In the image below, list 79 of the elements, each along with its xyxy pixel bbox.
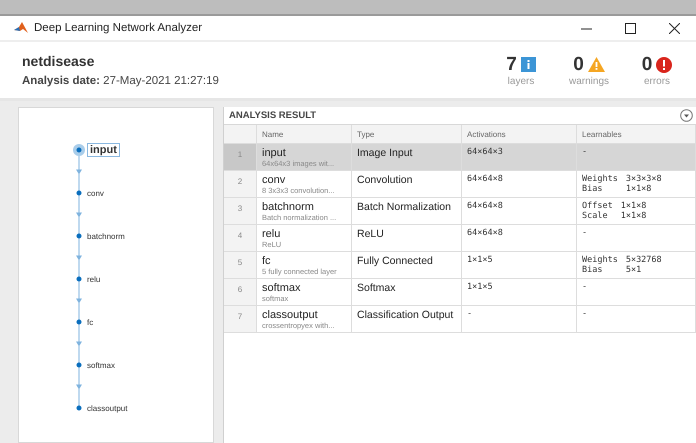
activations-value: 64×64×8 [467,201,504,211]
column-header[interactable]: Name [257,125,352,144]
activations-value: 1×1×5 [467,282,494,292]
row-index-cell[interactable]: 3 [224,198,257,225]
count-label: layers [508,76,534,86]
layer-name: fc [262,255,272,267]
layer-type: Batch Normalization [357,201,452,213]
layer-name: input [262,147,287,159]
layer-label[interactable]: relu [87,274,100,284]
learnable-size: 5×32768 [626,255,662,265]
row-index-cell[interactable]: 5 [224,252,257,279]
learnable-name: Offset [582,201,613,211]
count-value: 0 [642,54,652,76]
count-value: 7 [506,54,517,76]
learnables-value: - [582,147,588,157]
layer-name: classoutput [262,309,319,321]
analysis-date: Analysis date: 27-May-2021 21:27:19 [22,75,220,87]
error-icon [656,56,672,72]
learnable-name: Weights [582,174,618,184]
row-number: 1 [238,150,242,159]
activations-value: 1×1×5 [467,255,494,265]
column-header[interactable]: Learnables [577,125,696,144]
row-index-cell[interactable]: 7 [224,306,257,333]
window-title: Deep Learning Network Analyzer [34,22,204,34]
learnable-name: Bias [582,184,604,194]
layer-name: relu [262,228,282,240]
layer-label[interactable]: input [87,143,120,157]
layer-name: softmax [262,282,302,294]
column-header[interactable]: Type [352,125,462,144]
learnable-size: 1×1×8 [620,201,646,211]
activations-value: 64×64×3 [467,147,504,157]
layer-type: Softmax [357,282,397,294]
learnable-size: 5×1 [626,265,642,275]
layer-type: Convolution [357,174,414,186]
learnable-size: 1×1×8 [620,211,646,221]
row-number: 6 [238,285,242,294]
close-icon [668,22,680,34]
row-number: 2 [238,177,242,186]
app-logo-icon [14,22,28,34]
info-icon [520,57,536,72]
count-value: 0 [573,54,584,76]
layer-type: Fully Connected [357,255,434,267]
layer-type: Image Input [357,147,414,159]
learnables-value: - [582,228,588,238]
layer-node[interactable] [71,144,87,156]
layer-label[interactable]: classoutput [87,404,128,412]
row-index-cell[interactable]: 2 [224,171,257,198]
table-title: ANALYSIS RESULT [229,110,316,121]
activations-value: - [467,309,474,319]
layer-type: ReLU [357,228,385,240]
learnable-size: 1×1×8 [626,184,652,194]
warning-icon [588,57,605,72]
row-index-cell[interactable]: 4 [224,225,257,252]
layer-name: batchnorm [262,201,315,213]
learnable-name: Weights [582,255,618,265]
row-number: 5 [238,258,242,267]
layer-name: conv [262,174,286,186]
activations-value: 64×64×8 [467,174,504,184]
count-label: warnings [568,76,610,86]
learnables-value: - [582,309,588,319]
layer-type: Classification Output [357,309,454,321]
column-header[interactable]: Activations [462,125,577,144]
network-name: netdisease [22,53,96,69]
layer-label[interactable]: fc [87,318,94,326]
activations-value: 64×64×8 [467,228,504,238]
count-label: errors [644,76,670,86]
dropdown-icon[interactable] [680,109,693,122]
learnable-name: Scale [582,211,609,221]
learnable-size: 3×3×3×8 [626,174,662,184]
row-index-cell[interactable]: 6 [224,279,257,306]
row-number: 7 [238,312,242,321]
row-number: 3 [238,204,242,213]
row-number: 4 [238,231,242,240]
learnable-name: Bias [582,265,604,275]
layer-label[interactable]: batchnorm [87,232,125,240]
maximize-icon [624,22,636,34]
layer-label[interactable]: conv [87,188,104,198]
layer-label[interactable]: softmax [87,360,116,370]
learnables-value: - [582,282,588,292]
